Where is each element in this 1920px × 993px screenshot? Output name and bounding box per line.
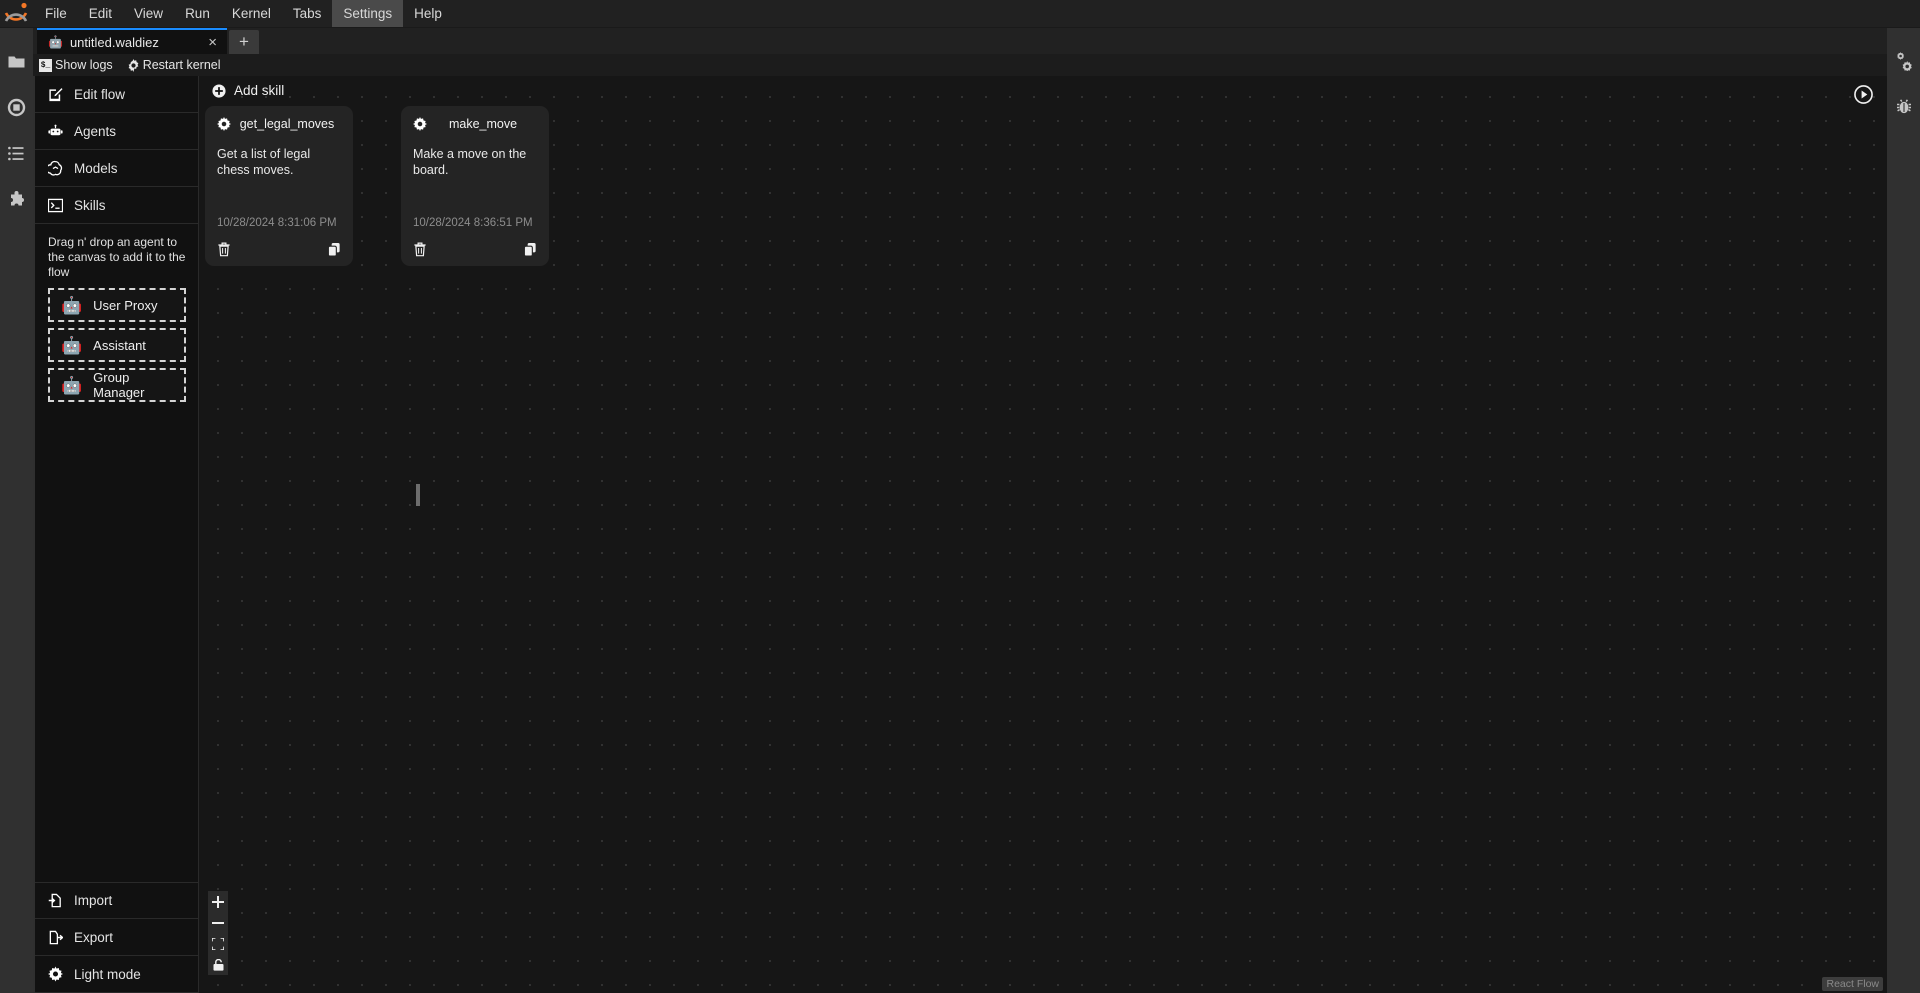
user-proxy-agent-icon: 🤖 xyxy=(61,295,83,315)
agent-draggable-group-manager[interactable]: 🤖 Group Manager xyxy=(48,368,186,402)
skill-card-header: make_move xyxy=(413,117,537,131)
sidebar-item-label: Import xyxy=(74,893,113,908)
sidebar-item-label: Agents xyxy=(74,123,117,139)
lock-button[interactable] xyxy=(208,954,228,975)
sidebar-item-export[interactable]: Export xyxy=(35,919,198,956)
skill-card[interactable]: make_move Make a move on the board. 10/2… xyxy=(401,106,549,266)
zoom-controls xyxy=(208,891,228,975)
run-flow-button[interactable] xyxy=(1854,85,1873,104)
table-of-contents-icon[interactable] xyxy=(0,130,33,176)
trash-icon[interactable] xyxy=(413,242,427,257)
sun-gear-icon xyxy=(48,966,63,982)
extension-manager-icon[interactable] xyxy=(0,178,33,224)
skill-timestamp: 10/28/2024 8:36:51 PM xyxy=(413,217,533,229)
skill-card-actions xyxy=(217,242,341,257)
tab-label: untitled.waldiez xyxy=(69,34,159,50)
agent-draggable-user-proxy[interactable]: 🤖 User Proxy xyxy=(48,288,186,322)
running-terminals-icon[interactable] xyxy=(0,84,33,130)
menu-help[interactable]: Help xyxy=(403,0,453,27)
flow-canvas[interactable]: Add skill get_legal_moves Get a list of … xyxy=(199,76,1887,993)
terminal-icon xyxy=(48,198,63,213)
terminal-icon: $_ xyxy=(39,58,52,72)
property-inspector-icon[interactable] xyxy=(1887,38,1920,84)
trash-icon[interactable] xyxy=(217,242,231,257)
zoom-out-button[interactable] xyxy=(208,912,228,933)
sidebar-item-edit-flow[interactable]: Edit flow xyxy=(35,76,198,113)
agent-label: Group Manager xyxy=(93,370,145,400)
waldiez-robot-icon: 🤖 xyxy=(48,35,63,49)
export-icon xyxy=(48,930,63,945)
drag-drop-hint: Drag n' drop an agent to the canvas to a… xyxy=(48,235,186,279)
skill-card[interactable]: get_legal_moves Get a list of legal ches… xyxy=(205,106,353,266)
skill-card-header: get_legal_moves xyxy=(217,117,341,131)
menu-file[interactable]: File xyxy=(34,0,78,27)
menu-settings[interactable]: Settings xyxy=(332,0,404,27)
sidebar-item-label: Export xyxy=(74,929,114,945)
sidebar-item-label: Edit flow xyxy=(74,86,126,102)
add-skill-button[interactable]: Add skill xyxy=(212,83,284,98)
restart-kernel-label: Restart kernel xyxy=(142,58,221,72)
model-spiral-icon xyxy=(48,160,63,176)
agent-label: Assistant xyxy=(93,337,146,353)
menu-bar: File Edit View Run Kernel Tabs Settings … xyxy=(0,0,1920,28)
zoom-in-button[interactable] xyxy=(208,891,228,912)
kernel-toolbar: $_ Show logs Restart kernel xyxy=(33,54,1887,76)
copy-icon[interactable] xyxy=(327,242,341,257)
skill-card-actions xyxy=(413,242,537,257)
tab-untitled-waldiez[interactable]: 🤖 untitled.waldiez × xyxy=(37,28,227,54)
tab-bar: 🤖 untitled.waldiez × + xyxy=(33,28,1887,54)
sidebar-item-label: Light mode xyxy=(74,966,141,982)
sidebar-item-models[interactable]: Models xyxy=(35,150,198,187)
skill-description: Make a move on the board. xyxy=(413,147,527,177)
menu-edit[interactable]: Edit xyxy=(78,0,123,27)
waldiez-workspace: Edit flow Agents Models Skills Drag n' d… xyxy=(33,76,1887,993)
copy-icon[interactable] xyxy=(523,242,537,257)
sidebar-item-agents[interactable]: Agents xyxy=(35,113,198,150)
main-area: 🤖 untitled.waldiez × + $_ Show logs Rest… xyxy=(33,28,1887,993)
file-browser-icon[interactable] xyxy=(0,38,33,84)
skill-description: Get a list of legal chess moves. xyxy=(217,147,311,177)
right-sidebar-rail xyxy=(1887,28,1920,993)
sidebar-item-label: Models xyxy=(74,160,118,176)
plus-circle-icon xyxy=(212,83,226,98)
close-icon[interactable]: × xyxy=(208,35,217,50)
gear-icon[interactable] xyxy=(413,117,427,131)
debugger-icon[interactable] xyxy=(1887,84,1920,130)
sidebar-item-label: Skills xyxy=(74,197,106,213)
sidebar-item-light-mode[interactable]: Light mode xyxy=(35,956,198,993)
add-skill-label: Add skill xyxy=(234,83,285,98)
skill-name: make_move xyxy=(448,117,518,131)
text-caret xyxy=(416,484,420,506)
jupyter-logo-icon xyxy=(0,0,34,28)
restart-kernel-button[interactable]: Restart kernel xyxy=(127,58,221,72)
agent-label: User Proxy xyxy=(93,297,158,313)
app-shell: 🤖 untitled.waldiez × + $_ Show logs Rest… xyxy=(0,28,1920,993)
gear-icon xyxy=(127,58,140,72)
show-logs-label: Show logs xyxy=(55,58,113,72)
show-logs-button[interactable]: $_ Show logs xyxy=(39,58,113,72)
gear-icon[interactable] xyxy=(217,117,231,131)
fit-view-button[interactable] xyxy=(208,933,228,954)
sidebar-item-import[interactable]: Import xyxy=(35,882,198,919)
menu-kernel[interactable]: Kernel xyxy=(221,0,282,27)
waldiez-sidebar: Edit flow Agents Models Skills Drag n' d… xyxy=(33,76,199,993)
left-sidebar-rail xyxy=(0,28,33,993)
robot-icon xyxy=(48,124,63,139)
assistant-agent-icon: 🤖 xyxy=(61,335,83,355)
edit-pencil-icon xyxy=(48,87,63,102)
skill-name: get_legal_moves xyxy=(239,117,335,131)
new-tab-button[interactable]: + xyxy=(229,30,259,54)
sidebar-item-skills[interactable]: Skills xyxy=(35,187,198,224)
react-flow-watermark[interactable]: React Flow xyxy=(1822,977,1883,991)
menu-view[interactable]: View xyxy=(123,0,174,27)
import-icon xyxy=(48,893,63,908)
skill-timestamp: 10/28/2024 8:31:06 PM xyxy=(217,217,337,229)
group-manager-agent-icon: 🤖 xyxy=(61,375,83,395)
menu-tabs[interactable]: Tabs xyxy=(282,0,333,27)
menu-run[interactable]: Run xyxy=(174,0,221,27)
agent-draggable-assistant[interactable]: 🤖 Assistant xyxy=(48,328,186,362)
